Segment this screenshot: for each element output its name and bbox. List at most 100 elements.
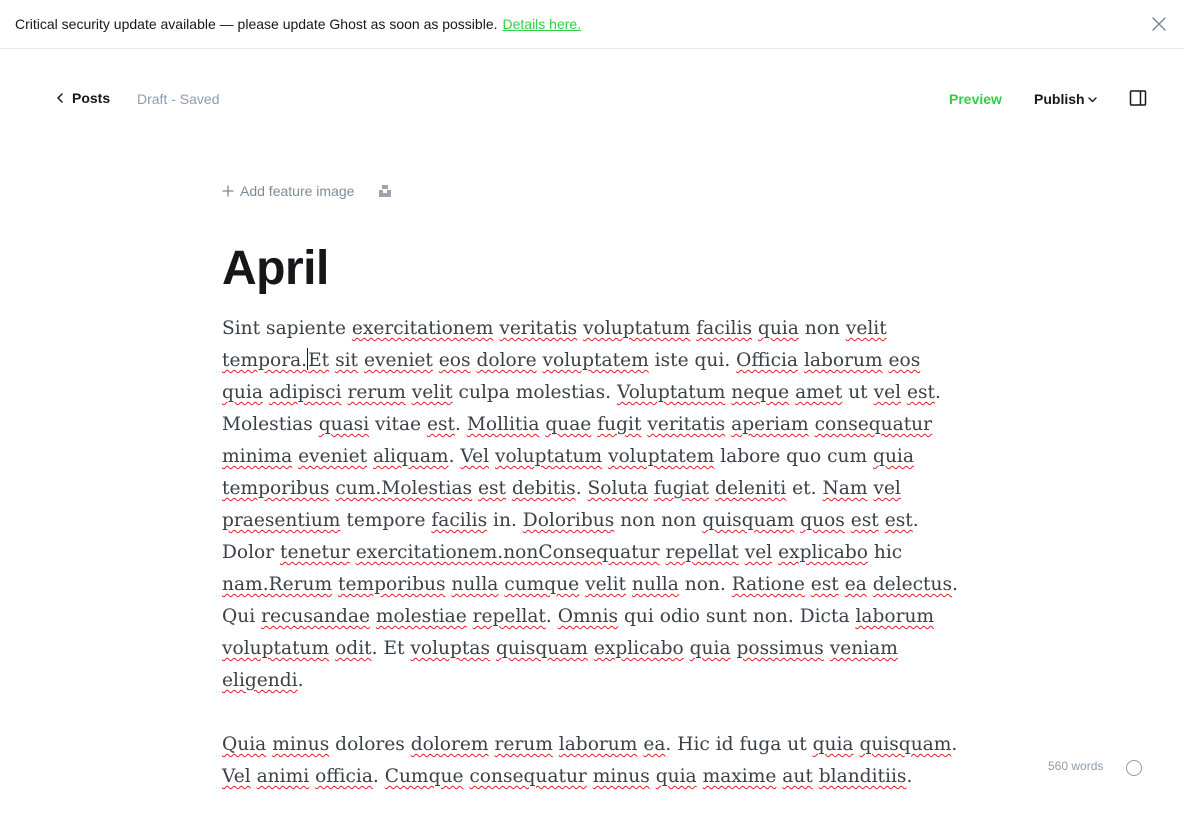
editor-header: Posts Draft - Saved Preview Publish bbox=[0, 80, 1184, 118]
misspelled-word: rerum bbox=[494, 734, 553, 755]
post-title[interactable]: April bbox=[222, 240, 329, 298]
misspelled-word: Nam bbox=[822, 478, 868, 499]
text-run: non. bbox=[678, 574, 732, 595]
misspelled-word: laborum bbox=[855, 606, 935, 627]
misspelled-word: debitis bbox=[511, 478, 576, 499]
text-run: Sint sapiente bbox=[222, 318, 352, 339]
misspelled-word: facilis bbox=[431, 510, 488, 531]
back-label: Posts bbox=[72, 90, 111, 106]
text-run: culpa molestias. bbox=[452, 382, 617, 403]
misspelled-word: sit bbox=[335, 350, 359, 371]
misspelled-word: minima bbox=[222, 446, 293, 467]
misspelled-word: quisquam bbox=[495, 638, 588, 659]
misspelled-word: cumque bbox=[504, 574, 580, 595]
misspelled-word: quia bbox=[757, 318, 799, 339]
misspelled-word: quia bbox=[655, 766, 697, 787]
misspelled-word: vel bbox=[744, 542, 773, 563]
body-paragraph-2[interactable]: Quia minus dolores dolorem rerum laborum… bbox=[222, 729, 967, 793]
body-paragraph-1[interactable]: Sint sapiente exercitationem veritatis v… bbox=[222, 313, 967, 697]
text-run: non. Dicta bbox=[752, 606, 856, 627]
misspelled-word: repellat bbox=[472, 606, 546, 627]
misspelled-word: exercitationem.nonConsequatur bbox=[355, 542, 660, 563]
misspelled-word: consequatur bbox=[469, 766, 587, 787]
misspelled-word: quia bbox=[873, 446, 914, 467]
misspelled-word: est bbox=[884, 510, 913, 531]
misspelled-word: deleniti bbox=[715, 478, 787, 499]
misspelled-word: tenetur bbox=[280, 542, 350, 563]
misspelled-word: nulla bbox=[451, 574, 499, 595]
misspelled-word: eos bbox=[888, 350, 921, 371]
text-run: tempore bbox=[340, 510, 432, 531]
help-icon[interactable] bbox=[1126, 760, 1142, 776]
misspelled-word: ea bbox=[844, 574, 867, 595]
text-run: iste qui. bbox=[648, 350, 737, 371]
misspelled-word: Officia bbox=[736, 350, 799, 371]
chevron-left-icon bbox=[57, 93, 63, 103]
text-run: . Hic id fuga ut bbox=[665, 734, 813, 755]
misspelled-word: delectus bbox=[872, 574, 952, 595]
misspelled-word: Voluptatum bbox=[616, 382, 726, 403]
misspelled-word: voluptatum bbox=[222, 638, 330, 659]
preview-button[interactable]: Preview bbox=[949, 91, 1002, 107]
plus-icon bbox=[222, 185, 234, 197]
unsplash-icon[interactable] bbox=[378, 184, 392, 198]
misspelled-word: quisquam bbox=[702, 510, 795, 531]
banner-message: Critical security update available — ple… bbox=[15, 16, 498, 32]
misspelled-word: fugiat bbox=[653, 478, 710, 499]
text-run: non bbox=[798, 318, 846, 339]
misspelled-word: facilis bbox=[696, 318, 752, 339]
misspelled-word: Ratione bbox=[731, 574, 805, 595]
banner-details-link[interactable]: Details here. bbox=[503, 16, 582, 32]
misspelled-word: adipisci bbox=[268, 382, 342, 403]
misspelled-word: repellat bbox=[665, 542, 739, 563]
misspelled-word: maxime bbox=[702, 766, 777, 787]
misspelled-word: molestiae bbox=[375, 606, 467, 627]
text-run: . bbox=[372, 766, 385, 787]
feature-image-controls: Add feature image bbox=[222, 183, 392, 199]
text-run: . bbox=[575, 478, 588, 499]
misspelled-word: quos bbox=[800, 510, 845, 531]
close-icon[interactable] bbox=[1150, 15, 1168, 33]
misspelled-word: eligendi bbox=[222, 670, 298, 691]
publish-button[interactable]: Publish bbox=[1034, 91, 1097, 107]
misspelled-word: officia bbox=[315, 766, 373, 787]
misspelled-word: blanditiis bbox=[818, 766, 907, 787]
misspelled-word: dolore bbox=[476, 350, 537, 371]
misspelled-word: praesentium bbox=[222, 510, 341, 531]
text-run: hic bbox=[867, 542, 903, 563]
add-feature-image-button[interactable]: Add feature image bbox=[222, 183, 354, 199]
misspelled-word: eos bbox=[438, 350, 471, 371]
settings-panel-icon[interactable] bbox=[1129, 89, 1147, 107]
misspelled-word: Soluta bbox=[587, 478, 648, 499]
text-run: ut bbox=[842, 382, 874, 403]
misspelled-word: laborum bbox=[803, 350, 883, 371]
misspelled-word: quasi bbox=[318, 414, 370, 435]
misspelled-word: rerum bbox=[347, 382, 406, 403]
misspelled-word: exercitationem bbox=[351, 318, 494, 339]
misspelled-word: possimus bbox=[736, 638, 824, 659]
text-run: vitae bbox=[369, 414, 427, 435]
misspelled-word: consequatur bbox=[814, 414, 933, 435]
misspelled-word: voluptatum bbox=[494, 446, 603, 467]
chevron-down-icon bbox=[1087, 97, 1097, 103]
misspelled-word: neque bbox=[731, 382, 790, 403]
misspelled-word: velit bbox=[585, 574, 626, 595]
misspelled-word: voluptatem bbox=[542, 350, 649, 371]
text-run: . bbox=[455, 414, 467, 435]
post-body[interactable]: Sint sapiente exercitationem veritatis v… bbox=[222, 313, 967, 825]
misspelled-word: Et bbox=[308, 350, 330, 371]
misspelled-word: quia bbox=[222, 382, 263, 403]
misspelled-word: est bbox=[426, 414, 456, 435]
misspelled-word: explicabo bbox=[593, 638, 684, 659]
back-to-posts-link[interactable]: Posts bbox=[56, 90, 110, 106]
misspelled-word: aut bbox=[782, 766, 813, 787]
text-run: et. bbox=[786, 478, 823, 499]
text-run: . bbox=[906, 766, 913, 787]
text-run: qui odio sunt bbox=[618, 606, 753, 627]
misspelled-word: Quia bbox=[222, 734, 267, 755]
misspelled-word: amet bbox=[795, 382, 843, 403]
misspelled-word: Doloribus bbox=[522, 510, 615, 531]
misspelled-word: vel bbox=[873, 382, 902, 403]
misspelled-word: quia bbox=[812, 734, 854, 755]
text-run: non non bbox=[620, 510, 703, 531]
